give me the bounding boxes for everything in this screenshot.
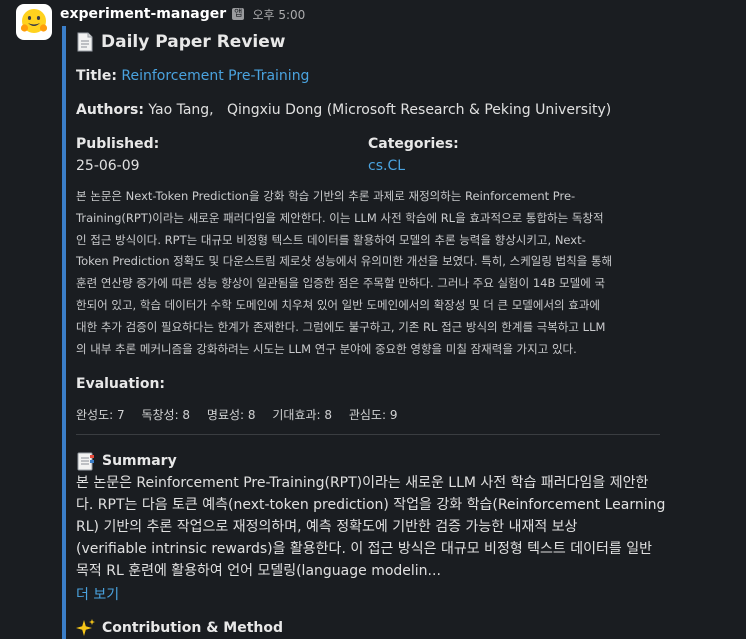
metric-impact: 기대효과: 8 bbox=[272, 408, 333, 422]
card-title-text: Daily Paper Review bbox=[101, 32, 286, 52]
message-header: experiment-manager 앱 오후 5:00 bbox=[60, 4, 305, 24]
categories-label: Categories: bbox=[368, 136, 459, 152]
published-value: 25-06-09 bbox=[76, 158, 140, 174]
app-badge: 앱 bbox=[232, 8, 245, 20]
summary-line: RL) 기반의 추론 작업으로 재정의하며, 예측 정확도에 기반한 검증 가능… bbox=[76, 519, 578, 535]
message-time[interactable]: 오후 5:00 bbox=[252, 6, 305, 23]
abstract-line: 본 논문은 Next-Token Prediction을 강화 학습 기반의 추… bbox=[76, 189, 576, 203]
bot-avatar[interactable] bbox=[16, 4, 52, 40]
abstract-line: 의 내부 추론 메커니즘을 강화하려는 시도는 LLM 연구 분야에 중요한 영… bbox=[76, 341, 577, 356]
summary-line: 본 논문은 Reinforcement Pre-Training(RPT)이라는… bbox=[76, 475, 649, 491]
message: experiment-manager 앱 오후 5:00 Daily Paper… bbox=[0, 0, 746, 639]
metric-completeness: 완성도: 7 bbox=[76, 408, 125, 422]
contribution-heading-text: Contribution & Method bbox=[102, 620, 284, 636]
summary-text: 본 논문은 Reinforcement Pre-Training(RPT)이라는… bbox=[76, 472, 666, 582]
title-row: Title: Reinforcement Pre-Training bbox=[76, 68, 309, 84]
abstract-line: 대한 추가 검증이 필요하다는 한계가 존재한다. 그럼에도 불구하고, 기존 … bbox=[76, 319, 606, 334]
card-title: Daily Paper Review bbox=[76, 30, 285, 54]
sparkles-icon bbox=[76, 619, 95, 636]
bot-name[interactable]: experiment-manager bbox=[60, 6, 226, 22]
abstract-line: 인 접근 방식이다. RPT는 대규모 비정형 텍스트 데이터를 활용하여 모델… bbox=[76, 232, 586, 247]
page-icon bbox=[77, 32, 93, 52]
metric-originality: 독창성: 8 bbox=[141, 408, 191, 422]
abstract-line: 훈련 연산량 증가에 따른 성능 향상이 일관됨을 입증한 점은 주목할 만하다… bbox=[76, 276, 606, 291]
section-divider bbox=[76, 434, 660, 435]
paper-review-card: Daily Paper Review Title: Reinforcement … bbox=[62, 26, 666, 639]
contribution-heading: Contribution & Method bbox=[76, 618, 283, 638]
evaluation-metrics: 완성도: 7 독창성: 8 명료성: 8 기대효과: 8 관심도: 9 bbox=[76, 406, 410, 423]
abstract-line: Training(RPT)이라는 새로운 패러다임을 제안한다. 이는 LLM … bbox=[76, 210, 604, 225]
categories-link[interactable]: cs.CL bbox=[368, 158, 405, 174]
summary-heading: Summary bbox=[76, 451, 177, 471]
summary-line: 다. RPT는 다음 토큰 예측(next-token prediction) … bbox=[76, 497, 666, 513]
evaluation-label: Evaluation: bbox=[76, 376, 166, 392]
summary-line: (verifiable intrinsic rewards)을 활용한다. 이 … bbox=[76, 541, 652, 557]
paper-title-link[interactable]: Reinforcement Pre-Training bbox=[121, 68, 309, 84]
hugging-face-icon bbox=[20, 9, 48, 33]
title-label: Title: bbox=[76, 68, 117, 84]
summary-heading-text: Summary bbox=[102, 453, 177, 469]
show-more-link[interactable]: 더 보기 bbox=[76, 584, 119, 604]
abstract-line: 한되어 있고, 학습 데이터가 수학 도메인에 치우쳐 있어 일반 도메인에서의… bbox=[76, 297, 601, 312]
metric-clarity: 명료성: 8 bbox=[206, 408, 256, 422]
summary-line: 목적 RL 훈련에 활용하여 언어 모델링(language modelin..… bbox=[76, 563, 441, 579]
authors-row: Authors: Yao Tang, Qingxiu Dong (Microso… bbox=[76, 102, 611, 118]
abstract-line: Token Prediction 정확도 및 다운스트림 제로샷 성능에서 유의… bbox=[76, 254, 613, 269]
authors-value: Yao Tang, Qingxiu Dong (Microsoft Resear… bbox=[148, 102, 612, 118]
authors-label: Authors: bbox=[76, 102, 144, 118]
metric-interest: 관심도: 9 bbox=[348, 408, 398, 422]
bookmark-tabs-icon bbox=[77, 452, 94, 471]
published-label: Published: bbox=[76, 136, 160, 152]
abstract-text: 본 논문은 Next-Token Prediction을 강화 학습 기반의 추… bbox=[76, 186, 662, 360]
